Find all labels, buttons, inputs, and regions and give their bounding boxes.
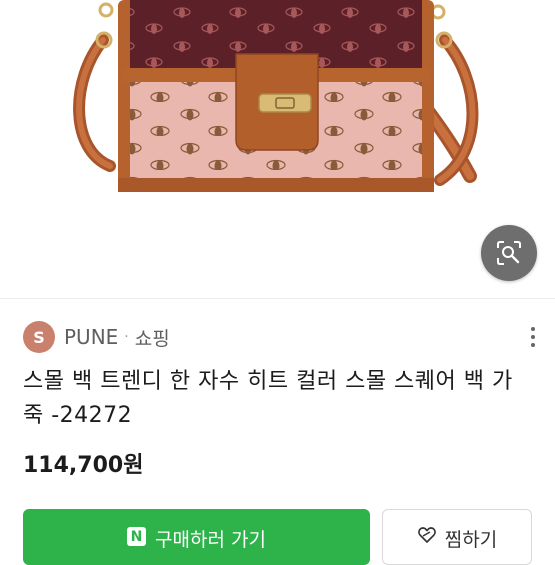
product-image[interactable]: [0, 0, 555, 298]
image-search-button[interactable]: [481, 225, 537, 281]
wishlist-label: 찜하기: [444, 529, 498, 551]
bag-illustration: [73, 0, 479, 192]
product-title[interactable]: 스몰 백 트렌디 한 자수 히트 컬러 스몰 스퀘어 백 가죽 -24272: [23, 365, 523, 433]
seller-row[interactable]: S PUNE · 쇼핑: [23, 321, 170, 353]
more-options-icon[interactable]: [525, 325, 541, 349]
buy-button[interactable]: N 구매하러 가기: [23, 509, 370, 565]
seller-avatar: S: [23, 321, 55, 353]
heart-icon: [417, 527, 436, 543]
wishlist-button[interactable]: 찜하기: [382, 509, 532, 565]
product-price: 114,700원: [23, 453, 144, 478]
category-label: 쇼핑: [134, 327, 170, 350]
lens-search-icon: [497, 241, 521, 265]
seller-name[interactable]: PUNE: [64, 325, 118, 349]
product-info: S PUNE · 쇼핑 스몰 백 트렌디 한 자수 히트 컬러 스몰 스퀘어 백…: [0, 299, 555, 565]
buy-button-label: 구매하러 가기: [155, 529, 266, 551]
naver-pay-icon: N: [127, 527, 147, 546]
separator-dot: ·: [124, 329, 129, 345]
